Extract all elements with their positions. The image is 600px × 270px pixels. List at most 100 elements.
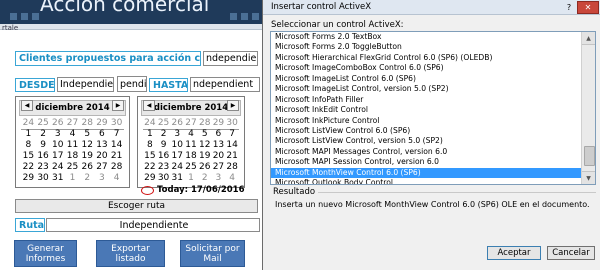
calendar-day[interactable]: 23 (157, 162, 171, 173)
calendar-day[interactable]: 10 (170, 140, 184, 151)
prev-month-button[interactable]: ◀ (143, 100, 155, 111)
calendar-day[interactable]: 25 (36, 118, 51, 129)
calendar-day[interactable]: 27 (212, 162, 226, 173)
calendar-day[interactable]: 30 (36, 173, 51, 184)
calendar-day[interactable]: 12 (80, 140, 95, 151)
calendar-day[interactable]: 18 (65, 151, 80, 162)
list-item[interactable]: Microsoft Forms 2.0 ToggleButton (271, 42, 583, 52)
calendar-day[interactable]: 25 (184, 162, 198, 173)
calendar-day[interactable]: 9 (157, 140, 171, 151)
calendar-day[interactable]: 24 (170, 162, 184, 173)
calendar-day[interactable]: 20 (95, 151, 110, 162)
calendar-day[interactable]: 24 (50, 162, 65, 173)
calendar-day[interactable]: 4 (184, 129, 198, 140)
calendar-day[interactable]: 31 (170, 173, 184, 184)
calendar-day[interactable]: 9 (36, 140, 51, 151)
calendar-day[interactable]: 5 (198, 129, 212, 140)
calendar-day[interactable]: 26 (198, 162, 212, 173)
calendar-day[interactable]: 4 (65, 129, 80, 140)
scroll-thumb[interactable] (584, 146, 595, 166)
calendar-day[interactable]: 31 (50, 173, 65, 184)
calendar-day[interactable]: 24 (21, 118, 36, 129)
calendar-day[interactable]: 7 (225, 129, 239, 140)
calendar-day[interactable]: 23 (36, 162, 51, 173)
calendar-day[interactable]: 29 (212, 118, 226, 129)
calendar-day[interactable]: 19 (198, 151, 212, 162)
calendar-day[interactable]: 28 (198, 118, 212, 129)
list-item[interactable]: Microsoft Forms 2.0 TextBox (271, 32, 583, 42)
calendar-day[interactable]: 7 (109, 129, 124, 140)
list-item[interactable]: Microsoft Hierarchical FlexGrid Control … (271, 53, 583, 63)
generar-informes-button[interactable]: Generar Informes (14, 240, 77, 267)
calendar-hasta[interactable]: diciembre 2014 ◀ ▶ 24 25 26 27 28 29 30 1 2 3 4 5 6 7… (137, 96, 245, 188)
calendar-day[interactable]: 19 (80, 151, 95, 162)
escoger-ruta-button[interactable]: Escoger ruta (15, 199, 258, 213)
calendar-day[interactable]: 15 (21, 151, 36, 162)
calendar-day[interactable]: 15 (143, 151, 157, 162)
calendar-day[interactable]: 11 (184, 140, 198, 151)
calendar-day[interactable]: 2 (80, 173, 95, 184)
close-icon[interactable]: ✕ (577, 1, 599, 14)
list-item[interactable]: Microsoft MonthView Control 6.0 (SP6) (271, 167, 583, 179)
calendar-day[interactable]: 2 (198, 173, 212, 184)
calendar-day[interactable]: 28 (109, 162, 124, 173)
calendar-day[interactable]: 26 (170, 118, 184, 129)
calendar-day[interactable]: 2 (36, 129, 51, 140)
ruta-input[interactable]: Independiente (46, 218, 260, 232)
calendar-day[interactable]: 22 (143, 162, 157, 173)
list-item[interactable]: Microsoft ListView Control 6.0 (SP6) (271, 126, 583, 136)
calendar-day[interactable]: 14 (225, 140, 239, 151)
calendar-day[interactable]: 30 (157, 173, 171, 184)
calendar-day[interactable]: 1 (65, 173, 80, 184)
calendar-day[interactable]: 1 (143, 129, 157, 140)
help-icon[interactable]: ? (561, 2, 577, 13)
list-item[interactable]: Microsoft ImageComboBox Control 6.0 (SP6… (271, 63, 583, 73)
cancel-button[interactable]: Cancelar (547, 246, 595, 260)
calendar-day[interactable]: 26 (80, 162, 95, 173)
listbox-scrollbar[interactable]: ▲ ▼ (581, 32, 595, 184)
calendar-day[interactable]: 29 (21, 173, 36, 184)
calendar-day[interactable]: 20 (212, 151, 226, 162)
calendar-day[interactable]: 4 (109, 173, 124, 184)
calendar-day[interactable]: 1 (184, 173, 198, 184)
calendar-day[interactable]: 27 (184, 118, 198, 129)
clients-input[interactable]: ndependien (203, 51, 258, 66)
calendar-day[interactable]: 3 (170, 129, 184, 140)
list-item[interactable]: Microsoft MAPI Session Control, version … (271, 157, 583, 167)
calendar-day[interactable]: 17 (170, 151, 184, 162)
calendar-day[interactable]: 25 (65, 162, 80, 173)
scroll-down-icon[interactable]: ▼ (582, 171, 595, 184)
calendar-day[interactable]: 3 (50, 129, 65, 140)
calendar-day[interactable]: 3 (212, 173, 226, 184)
ok-button[interactable]: Aceptar (487, 246, 541, 260)
calendar-day[interactable]: 13 (212, 140, 226, 151)
calendar-day[interactable]: 28 (80, 118, 95, 129)
calendar-day[interactable]: 13 (95, 140, 110, 151)
calendar-day[interactable]: 18 (184, 151, 198, 162)
list-item[interactable]: Microsoft ListView Control, version 5.0 … (271, 136, 583, 146)
calendar-day[interactable]: 26 (50, 118, 65, 129)
calendar-day[interactable]: 22 (21, 162, 36, 173)
today-label[interactable]: Today: 17/06/2016 (157, 185, 245, 195)
activex-listbox[interactable]: Microsoft Forms 2.0 TextBox Microsoft For… (270, 31, 596, 185)
calendar-day[interactable]: 1 (21, 129, 36, 140)
exportar-listado-button[interactable]: Exportar listado (96, 240, 165, 267)
calendar-day[interactable]: 27 (65, 118, 80, 129)
list-item[interactable]: Microsoft InfoPath Filler (271, 95, 583, 105)
calendar-day[interactable]: 6 (95, 129, 110, 140)
calendar-day[interactable]: 14 (109, 140, 124, 151)
next-month-button[interactable]: ▶ (112, 100, 124, 111)
calendar-day[interactable]: 3 (95, 173, 110, 184)
calendar-day[interactable]: 2 (157, 129, 171, 140)
calendar-day[interactable]: 8 (143, 140, 157, 151)
calendar-day[interactable]: 29 (95, 118, 110, 129)
calendar-day[interactable]: 24 (143, 118, 157, 129)
solicitar-mail-button[interactable]: Solicitar por Mail (180, 240, 245, 267)
calendar-day[interactable]: 11 (65, 140, 80, 151)
calendar-day[interactable]: 27 (95, 162, 110, 173)
calendar-day[interactable]: 30 (109, 118, 124, 129)
calendar-day[interactable]: 12 (198, 140, 212, 151)
next-month-button[interactable]: ▶ (227, 100, 239, 111)
calendar-day[interactable]: 17 (50, 151, 65, 162)
desde-input[interactable]: Independiente (57, 77, 114, 92)
